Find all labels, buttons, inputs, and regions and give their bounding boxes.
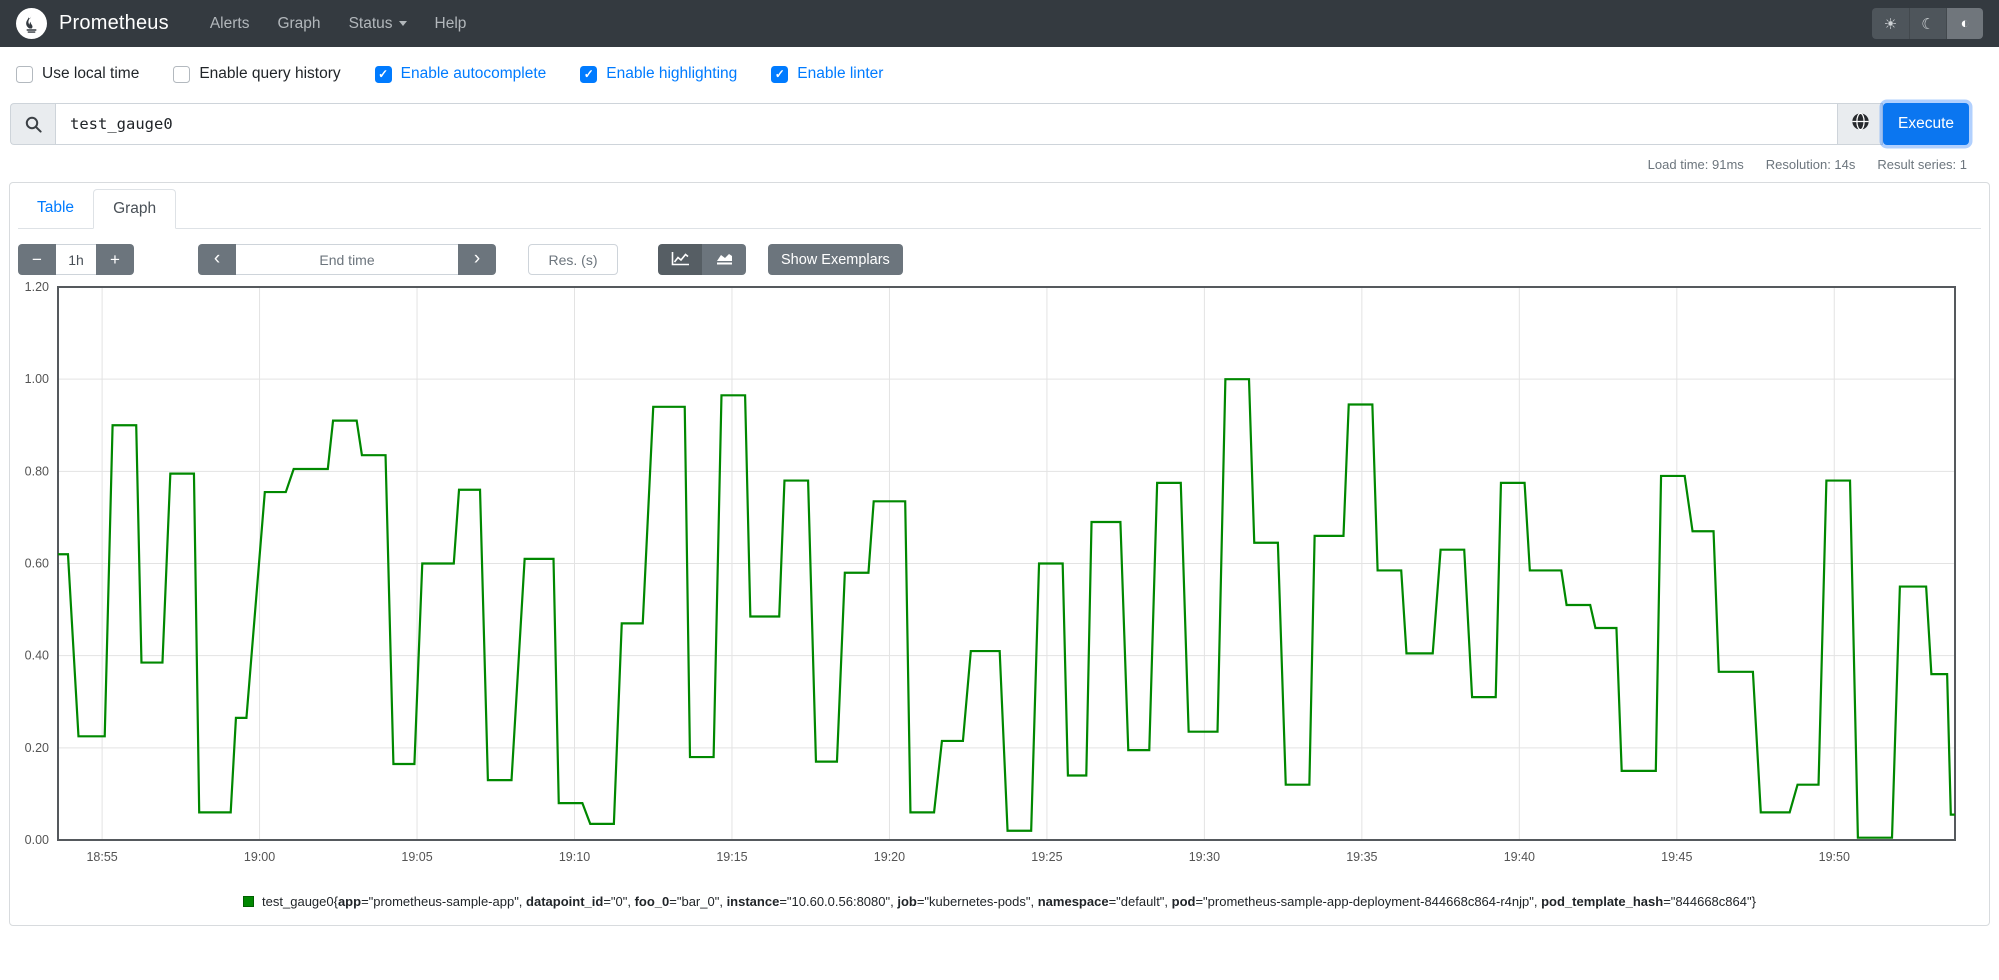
svg-text:0.20: 0.20 bbox=[25, 741, 49, 755]
nav-item-graph[interactable]: Graph bbox=[264, 7, 333, 41]
checkbox-icon[interactable]: ✓ bbox=[16, 65, 33, 83]
svg-text:19:40: 19:40 bbox=[1504, 850, 1535, 864]
svg-text:19:50: 19:50 bbox=[1819, 850, 1850, 864]
svg-text:19:20: 19:20 bbox=[874, 850, 905, 864]
nav-item-alerts[interactable]: Alerts bbox=[197, 7, 263, 41]
result-series: Result series: 1 bbox=[1877, 157, 1967, 172]
brand[interactable]: Prometheus bbox=[16, 8, 169, 39]
svg-text:0.60: 0.60 bbox=[25, 557, 49, 571]
checkbox-icon[interactable]: ✓ bbox=[771, 65, 789, 83]
range-group: − + bbox=[18, 244, 134, 275]
time-series-chart[interactable]: 0.00 0.20 0.40 0.60 0.80 1.00 1.20 18:55 19:00 19… bbox=[18, 279, 1981, 873]
tab-bar: Table Graph bbox=[18, 189, 1981, 229]
tab-graph[interactable]: Graph bbox=[93, 189, 177, 229]
show-exemplars-button[interactable]: Show Exemplars bbox=[768, 244, 903, 275]
graph-controls: − + ‹ › bbox=[18, 244, 1981, 275]
svg-text:19:35: 19:35 bbox=[1346, 850, 1377, 864]
stacked-chart-button[interactable] bbox=[702, 244, 746, 275]
stacked-chart-icon bbox=[715, 251, 734, 269]
svg-text:1.00: 1.00 bbox=[25, 372, 49, 386]
query-bar: Execute bbox=[10, 103, 1969, 145]
theme-toggle-group: ☀ ☾ ◐ bbox=[1872, 8, 1983, 39]
nav-item-help[interactable]: Help bbox=[422, 7, 480, 41]
nav-item-status[interactable]: Status bbox=[336, 7, 420, 41]
svg-text:18:55: 18:55 bbox=[86, 850, 117, 864]
chevron-right-icon: › bbox=[473, 248, 481, 269]
theme-dark-button[interactable]: ☾ bbox=[1909, 8, 1946, 39]
time-forward-button[interactable]: › bbox=[458, 244, 496, 275]
query-input[interactable] bbox=[55, 103, 1837, 145]
end-time-group: ‹ › bbox=[198, 244, 496, 275]
chevron-left-icon: ‹ bbox=[213, 248, 221, 269]
search-icon bbox=[10, 103, 55, 145]
end-time-input[interactable] bbox=[236, 244, 458, 275]
checkbox-enable-autocomplete[interactable]: ✓ Enable autocomplete bbox=[374, 65, 546, 83]
plus-icon: + bbox=[110, 249, 120, 269]
chart-type-toggle bbox=[658, 244, 746, 275]
resolution-input[interactable] bbox=[528, 244, 618, 275]
checkbox-enable-query-history[interactable]: ✓ Enable query history bbox=[173, 65, 341, 83]
legend: test_gauge0{app="prometheus-sample-app",… bbox=[18, 894, 1981, 909]
metrics-explorer-button[interactable] bbox=[1837, 103, 1883, 145]
checkbox-icon[interactable]: ✓ bbox=[580, 65, 598, 83]
minus-icon: − bbox=[32, 249, 42, 269]
chevron-down-icon bbox=[398, 20, 407, 26]
checkbox-icon[interactable]: ✓ bbox=[374, 65, 392, 83]
svg-text:19:15: 19:15 bbox=[716, 850, 747, 864]
svg-text:0.40: 0.40 bbox=[25, 649, 49, 663]
options-row: ✓ Use local time ✓ Enable query history … bbox=[0, 47, 1999, 97]
half-circle-icon: ◐ bbox=[1960, 15, 1970, 32]
theme-light-button[interactable]: ☀ bbox=[1872, 8, 1909, 39]
checkbox-icon[interactable]: ✓ bbox=[173, 65, 191, 83]
theme-auto-button[interactable]: ◐ bbox=[1946, 8, 1983, 39]
time-back-button[interactable]: ‹ bbox=[198, 244, 236, 275]
navbar: Prometheus Alerts Graph Status Help ☀ ☾ … bbox=[0, 0, 1999, 47]
series-color-swatch bbox=[243, 896, 255, 907]
svg-text:19:25: 19:25 bbox=[1031, 850, 1062, 864]
checkbox-use-local-time[interactable]: ✓ Use local time bbox=[16, 65, 139, 83]
graph-area: 0.00 0.20 0.40 0.60 0.80 1.00 1.20 18:55 19:00 19… bbox=[18, 279, 1981, 909]
legend-label[interactable]: test_gauge0{app="prometheus-sample-app",… bbox=[262, 894, 1756, 909]
range-decrease-button[interactable]: − bbox=[18, 244, 56, 275]
panel-card: Table Graph − + ‹ › bbox=[9, 182, 1990, 926]
svg-text:1.20: 1.20 bbox=[25, 280, 49, 294]
resolution: Resolution: 14s bbox=[1765, 157, 1856, 172]
line-chart-button[interactable] bbox=[658, 244, 702, 275]
globe-icon bbox=[1851, 112, 1870, 136]
svg-text:19:10: 19:10 bbox=[559, 850, 590, 864]
moon-icon: ☾ bbox=[1921, 15, 1935, 33]
execute-button[interactable]: Execute bbox=[1883, 103, 1969, 145]
svg-text:19:00: 19:00 bbox=[244, 850, 275, 864]
sun-icon: ☀ bbox=[1883, 15, 1898, 33]
svg-text:19:45: 19:45 bbox=[1661, 850, 1692, 864]
checkbox-enable-linter[interactable]: ✓ Enable linter bbox=[771, 65, 883, 83]
checkbox-enable-highlighting[interactable]: ✓ Enable highlighting bbox=[580, 65, 737, 83]
svg-text:0.00: 0.00 bbox=[25, 833, 49, 847]
svg-text:0.80: 0.80 bbox=[25, 464, 49, 478]
svg-text:19:05: 19:05 bbox=[401, 850, 432, 864]
load-time: Load time: 91ms bbox=[1647, 157, 1744, 172]
svg-text:19:30: 19:30 bbox=[1189, 850, 1220, 864]
brand-name: Prometheus bbox=[59, 12, 169, 34]
range-increase-button[interactable]: + bbox=[96, 244, 134, 275]
range-input[interactable] bbox=[56, 244, 96, 275]
line-chart-icon bbox=[671, 251, 690, 269]
nav-links: Alerts Graph Status Help bbox=[197, 7, 480, 41]
query-stats: Load time: 91ms Resolution: 14s Result s… bbox=[0, 157, 1967, 172]
prometheus-logo-icon bbox=[16, 8, 47, 39]
tab-table[interactable]: Table bbox=[18, 189, 93, 229]
